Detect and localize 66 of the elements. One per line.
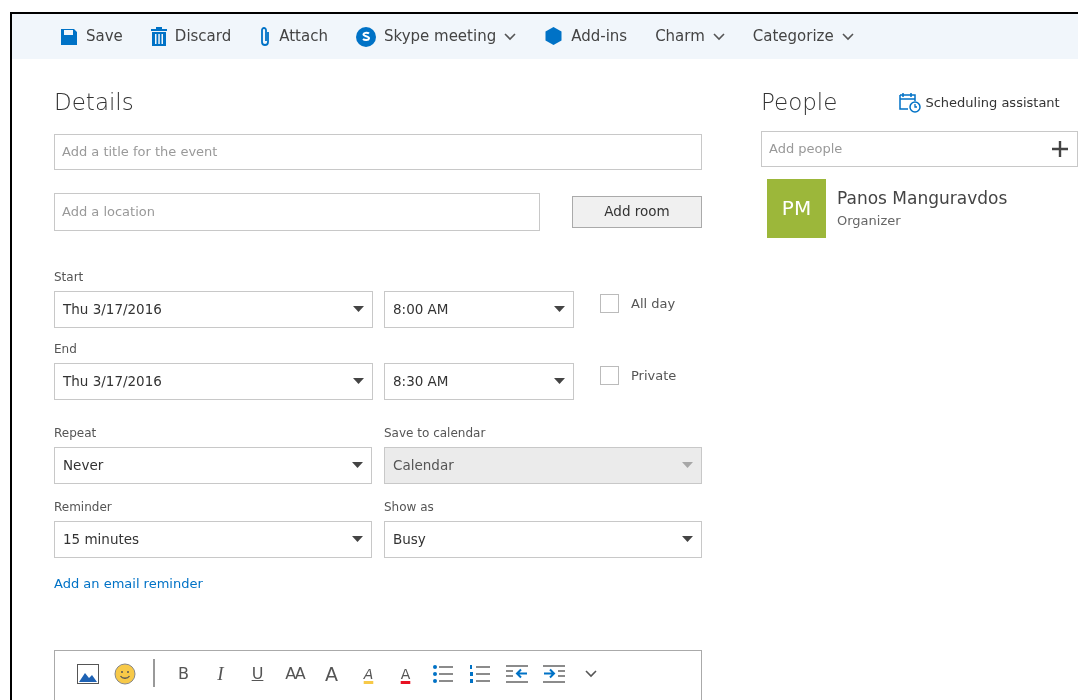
plus-icon: [1052, 140, 1068, 157]
grow-button[interactable]: A: [313, 659, 350, 689]
caret-icon: [353, 378, 364, 384]
caret-icon: [352, 462, 363, 468]
field-label: Save to calendar: [384, 424, 487, 442]
menu-button[interactable]: Charm: [641, 14, 739, 59]
caret-icon: [682, 462, 693, 468]
outdent-icon: [505, 665, 528, 683]
save-button[interactable]: Save: [46, 14, 137, 59]
font-color-button[interactable]: A: [387, 659, 424, 689]
font-size-button[interactable]: AA: [276, 659, 313, 689]
dropdown-field[interactable]: Thu 3/17/2016: [54, 290, 373, 328]
field-label: End: [54, 340, 78, 358]
bold-button[interactable]: B: [165, 659, 202, 689]
indent-icon: [542, 665, 565, 683]
field-label: Repeat: [54, 424, 98, 442]
caret-icon: [554, 378, 565, 384]
dropdown-field[interactable]: Busy: [384, 520, 702, 558]
checkbox-label: Private: [631, 366, 677, 385]
bulleted-list-icon: [432, 665, 453, 683]
attendee-role: Organizer: [837, 212, 902, 230]
image-icon: [76, 664, 99, 684]
discard-button[interactable]: Discard: [136, 14, 246, 59]
cube-icon: [544, 27, 564, 46]
underline-button[interactable]: U: [239, 659, 276, 689]
numbered-list-icon: [469, 665, 490, 683]
field-label: Show as: [384, 498, 435, 516]
trash-icon: [150, 27, 167, 46]
smiley-icon: [113, 663, 136, 685]
paperclip-icon: [259, 25, 272, 48]
save-icon: [60, 27, 78, 46]
skype-button[interactable]: Skype meeting: [341, 14, 531, 59]
section-heading: Details: [54, 88, 135, 117]
menu-button[interactable]: Categorize: [738, 14, 868, 59]
dropdown-field[interactable]: 15 minutes: [54, 520, 372, 558]
checkbox[interactable]: [600, 365, 619, 385]
caret-icon: [353, 306, 364, 312]
checkbox-label: All day: [631, 294, 676, 313]
section-heading: People: [761, 88, 838, 117]
caret-icon: [352, 536, 363, 542]
calendar-clock-icon: [899, 91, 922, 114]
dropdown-field[interactable]: 8:00 AM: [384, 290, 574, 328]
dropdown-field[interactable]: 8:30 AM: [384, 362, 574, 400]
dropdown-field[interactable]: Never: [54, 446, 372, 484]
checkbox[interactable]: [600, 293, 619, 313]
editor-box[interactable]: B I U AA A A A: [54, 650, 702, 700]
add-room-button[interactable]: Add room: [572, 195, 702, 228]
scheduling-assistant-link[interactable]: Scheduling assistant: [899, 91, 1060, 114]
avatar: PM: [767, 178, 826, 238]
addins-button[interactable]: Add-ins: [530, 14, 642, 59]
title-field[interactable]: Add a title for the event: [54, 133, 702, 170]
highlight-button[interactable]: A: [350, 659, 387, 689]
dropdown-field[interactable]: Thu 3/17/2016: [54, 362, 373, 400]
add-people-field[interactable]: Add people: [761, 130, 1078, 167]
email-reminder-link[interactable]: Add an email reminder: [54, 575, 203, 591]
field-label: Start: [54, 268, 85, 286]
skype-icon: [355, 26, 376, 47]
field-label: Reminder: [54, 498, 113, 516]
dropdown-field: Calendar: [384, 446, 702, 484]
italic-button[interactable]: I: [202, 659, 239, 689]
caret-icon: [682, 536, 693, 542]
location-field[interactable]: Add a location: [54, 192, 540, 231]
attendee-name: Panos Manguravdos: [837, 186, 1008, 210]
attach-button[interactable]: Attach: [245, 14, 342, 59]
caret-icon: [554, 306, 565, 312]
chevron-down-icon: [584, 670, 597, 678]
